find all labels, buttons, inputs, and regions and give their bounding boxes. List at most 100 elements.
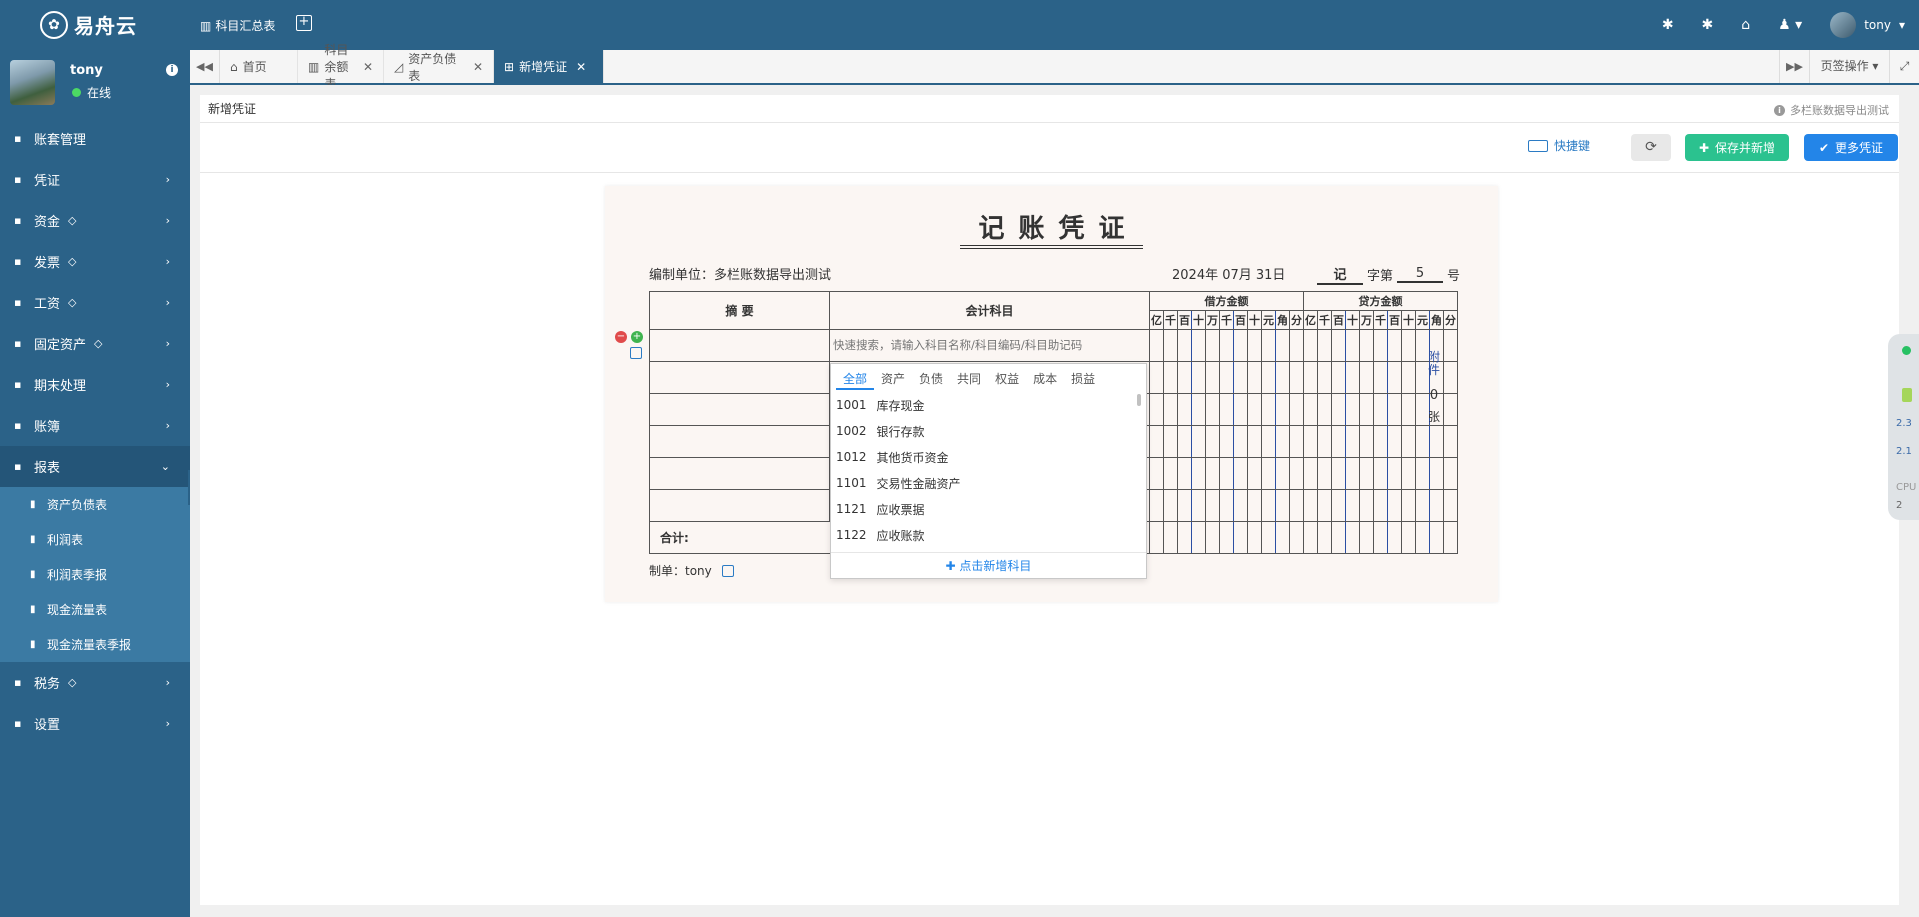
debit-digit-cell[interactable] <box>1289 361 1304 394</box>
debit-digit-cell[interactable] <box>1233 489 1248 522</box>
debit-digit-cell[interactable] <box>1233 521 1248 554</box>
debit-digit-cell[interactable] <box>1247 425 1262 458</box>
credit-digit-cell[interactable] <box>1443 393 1458 426</box>
credit-digit-cell[interactable] <box>1331 489 1346 522</box>
debit-digit-cell[interactable] <box>1261 489 1276 522</box>
credit-digit-cell[interactable] <box>1317 489 1332 522</box>
debit-digit-cell[interactable] <box>1163 489 1178 522</box>
credit-digit-cell[interactable] <box>1373 457 1388 490</box>
debit-digit-cell[interactable] <box>1261 521 1276 554</box>
debit-digit-cell[interactable] <box>1275 393 1290 426</box>
debit-digit-cell[interactable] <box>1163 521 1178 554</box>
credit-digit-cell[interactable] <box>1303 329 1318 362</box>
debit-digit-cell[interactable] <box>1275 425 1290 458</box>
debit-digit-cell[interactable] <box>1205 489 1220 522</box>
credit-digit-cell[interactable] <box>1373 361 1388 394</box>
info-icon[interactable]: i <box>166 64 178 76</box>
voucher-date[interactable]: 2024年 07月 31日 <box>1172 264 1285 283</box>
credit-digit-cell[interactable] <box>1345 521 1360 554</box>
subject-category-tab[interactable]: 资产 <box>874 370 912 390</box>
credit-digit-cell[interactable] <box>1415 457 1430 490</box>
add-tab-button[interactable]: + <box>296 15 312 31</box>
debit-digit-cell[interactable] <box>1149 521 1164 554</box>
debit-digit-cell[interactable] <box>1261 393 1276 426</box>
debit-digit-cell[interactable] <box>1177 521 1192 554</box>
credit-digit-cell[interactable] <box>1331 521 1346 554</box>
bug-icon[interactable]: ✱ <box>1662 17 1674 33</box>
summary-cell[interactable] <box>649 457 830 490</box>
save-and-new-button[interactable]: ✚ 保存并新增 <box>1685 134 1789 161</box>
debit-digit-cell[interactable] <box>1275 361 1290 394</box>
credit-digit-cell[interactable] <box>1345 361 1360 394</box>
shortcut-button[interactable]: 快捷键 <box>1528 137 1590 154</box>
credit-digit-cell[interactable] <box>1401 361 1416 394</box>
credit-digit-cell[interactable] <box>1429 457 1444 490</box>
debit-digit-cell[interactable] <box>1219 521 1234 554</box>
debit-digit-cell[interactable] <box>1191 457 1206 490</box>
debit-digit-cell[interactable] <box>1275 521 1290 554</box>
sidebar-item-4[interactable]: ▪ 工资 ◇ › <box>0 282 190 323</box>
credit-digit-cell[interactable] <box>1317 393 1332 426</box>
debit-digit-cell[interactable] <box>1233 425 1248 458</box>
subject-category-tab[interactable]: 权益 <box>988 370 1026 390</box>
debit-digit-cell[interactable] <box>1205 361 1220 394</box>
sidebar-item-3[interactable]: ▪ 发票 ◇ › <box>0 241 190 282</box>
subject-option[interactable]: 1101 交易性金融资产 <box>831 470 1146 496</box>
debit-digit-cell[interactable] <box>1177 329 1192 362</box>
debit-digit-cell[interactable] <box>1289 329 1304 362</box>
subject-option[interactable]: 1012 其他货币资金 <box>831 444 1146 470</box>
subject-option[interactable]: 1122 应收账款 <box>831 522 1146 542</box>
credit-digit-cell[interactable] <box>1443 329 1458 362</box>
credit-digit-cell[interactable] <box>1415 521 1430 554</box>
summary-cell[interactable] <box>649 361 830 394</box>
debit-digit-cell[interactable] <box>1261 329 1276 362</box>
debit-digit-cell[interactable] <box>1233 361 1248 394</box>
subject-option[interactable]: 1002 银行存款 <box>831 418 1146 444</box>
debit-digit-cell[interactable] <box>1177 457 1192 490</box>
credit-digit-cell[interactable] <box>1373 489 1388 522</box>
credit-digit-cell[interactable] <box>1331 425 1346 458</box>
add-row-icon[interactable]: + <box>631 331 643 343</box>
debit-digit-cell[interactable] <box>1219 393 1234 426</box>
debit-digit-cell[interactable] <box>1247 489 1262 522</box>
debit-digit-cell[interactable] <box>1149 329 1164 362</box>
top-link-subject-summary[interactable]: ▥ 科目汇总表 <box>200 17 275 34</box>
debit-digit-cell[interactable] <box>1261 425 1276 458</box>
debit-digit-cell[interactable] <box>1289 393 1304 426</box>
credit-digit-cell[interactable] <box>1359 393 1374 426</box>
remove-row-icon[interactable]: − <box>615 331 627 343</box>
debit-digit-cell[interactable] <box>1163 457 1178 490</box>
subject-category-tab[interactable]: 共同 <box>950 370 988 390</box>
debit-digit-cell[interactable] <box>1261 457 1276 490</box>
debit-digit-cell[interactable] <box>1289 521 1304 554</box>
debit-digit-cell[interactable] <box>1247 361 1262 394</box>
refresh-button[interactable]: ⟳ <box>1631 134 1671 161</box>
credit-digit-cell[interactable] <box>1443 489 1458 522</box>
credit-digit-cell[interactable] <box>1359 425 1374 458</box>
debit-digit-cell[interactable] <box>1149 425 1164 458</box>
subject-cell[interactable] <box>829 329 1150 362</box>
credit-digit-cell[interactable] <box>1359 489 1374 522</box>
debit-digit-cell[interactable] <box>1191 361 1206 394</box>
credit-digit-cell[interactable] <box>1317 425 1332 458</box>
tab-scroll-right-button[interactable]: ▶▶ <box>1779 50 1809 83</box>
close-icon[interactable]: ✕ <box>473 60 483 74</box>
credit-digit-cell[interactable] <box>1387 361 1402 394</box>
sidebar-item-10[interactable]: ▪ 设置 › <box>0 703 190 744</box>
debit-digit-cell[interactable] <box>1149 489 1164 522</box>
tab-scroll-left-button[interactable]: ◀◀ <box>190 50 220 83</box>
voucher-number-input[interactable]: 5 <box>1397 266 1444 283</box>
credit-digit-cell[interactable] <box>1373 425 1388 458</box>
debit-digit-cell[interactable] <box>1247 521 1262 554</box>
credit-digit-cell[interactable] <box>1387 393 1402 426</box>
summary-cell[interactable] <box>649 489 830 522</box>
sidebar-subitem-2[interactable]: ▮ 利润表季报 <box>0 557 190 592</box>
credit-digit-cell[interactable] <box>1443 361 1458 394</box>
credit-digit-cell[interactable] <box>1359 361 1374 394</box>
credit-digit-cell[interactable] <box>1387 329 1402 362</box>
system-monitor-widget[interactable]: 2.3 2.1 CPU 2 <box>1888 334 1919 520</box>
credit-digit-cell[interactable] <box>1387 457 1402 490</box>
credit-digit-cell[interactable] <box>1317 457 1332 490</box>
sidebar-subitem-0[interactable]: ▮ 资产负债表 <box>0 487 190 522</box>
subject-category-tab[interactable]: 损益 <box>1064 370 1102 390</box>
